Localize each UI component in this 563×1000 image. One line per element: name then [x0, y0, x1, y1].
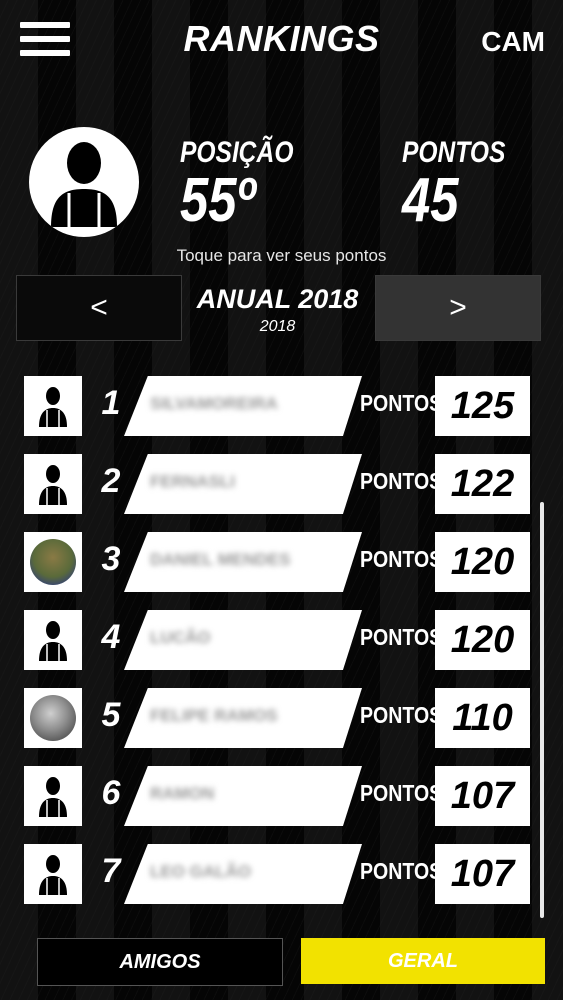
points-block[interactable]: PONTOS 45 — [402, 136, 528, 232]
points-label: PONTOS — [360, 858, 443, 884]
person-icon — [24, 376, 82, 436]
rank-number: 7 — [101, 852, 121, 890]
ranking-row[interactable]: 2 FERNASLI PONTOS 122 — [24, 454, 534, 514]
points-label: PONTOS — [360, 780, 443, 806]
points-label: PONTOS — [360, 546, 443, 572]
player-name: DANIEL MENDES — [150, 550, 291, 569]
player-name: FERNASLI — [150, 472, 235, 491]
rank-number: 1 — [101, 384, 121, 422]
ranking-row[interactable]: 1 SILVAMOREIRA PONTOS 125 — [24, 376, 534, 436]
period-year: 2018 — [259, 318, 296, 335]
next-period-button[interactable]: > — [375, 275, 541, 341]
player-name-box: SILVAMOREIRA — [124, 376, 362, 436]
player-name-box: LEO GALÃO — [124, 844, 362, 904]
ranking-row[interactable]: 7 LEO GALÃO PONTOS 107 — [24, 844, 534, 904]
player-name: SILVAMOREIRA — [150, 394, 278, 413]
avatar-photo — [24, 532, 82, 592]
page-title: RANKINGS — [183, 18, 380, 59]
player-points: 122 — [435, 454, 530, 514]
rank-number: 5 — [101, 696, 121, 734]
player-name-box: FERNASLI — [124, 454, 362, 514]
rank-number: 6 — [101, 774, 121, 812]
position-label: POSIÇÃO — [180, 136, 294, 169]
ranking-row[interactable]: 6 RAMON PONTOS 107 — [24, 766, 534, 826]
player-name-box: FELIPE RAMOS — [124, 688, 362, 748]
player-name: FELIPE RAMOS — [150, 706, 278, 725]
ranking-row[interactable]: 5 FELIPE RAMOS PONTOS 110 — [24, 688, 534, 748]
person-icon — [24, 454, 82, 514]
avatar-photo — [24, 688, 82, 748]
person-icon — [24, 610, 82, 670]
player-points: 107 — [435, 766, 530, 826]
player-name-box: RAMON — [124, 766, 362, 826]
points-label: PONTOS — [360, 702, 443, 728]
period-display: ANUAL 2018 2018 — [180, 284, 375, 336]
tab-friends[interactable]: AMIGOS — [37, 938, 283, 986]
list-scrollbar[interactable] — [540, 502, 544, 918]
team-label[interactable]: CAM — [481, 26, 545, 58]
player-points: 125 — [435, 376, 530, 436]
rank-number: 2 — [101, 462, 121, 500]
tab-general[interactable]: GERAL — [301, 938, 545, 984]
points-hint[interactable]: Toque para ver seus pontos — [0, 246, 563, 266]
points-label: PONTOS — [360, 390, 443, 416]
points-label: PONTOS — [360, 468, 443, 494]
player-name: RAMON — [150, 784, 215, 803]
ranking-row[interactable]: 3 DANIEL MENDES PONTOS 120 — [24, 532, 534, 592]
previous-period-button[interactable]: < — [16, 275, 182, 341]
person-icon — [24, 844, 82, 904]
player-points: 120 — [435, 532, 530, 592]
player-points: 110 — [435, 688, 530, 748]
position-value: 55º — [180, 166, 256, 235]
player-name: LUCÃO — [150, 628, 211, 647]
points-label: PONTOS — [402, 136, 506, 169]
points-label: PONTOS — [360, 624, 443, 650]
player-name: LEO GALÃO — [150, 862, 252, 881]
position-block[interactable]: POSIÇÃO 55º — [180, 136, 318, 232]
rank-number: 4 — [101, 618, 121, 656]
player-name-box: LUCÃO — [124, 610, 362, 670]
points-value: 45 — [402, 166, 459, 235]
rank-number: 3 — [101, 540, 121, 578]
period-title: ANUAL 2018 — [196, 284, 359, 314]
ranking-row[interactable]: 4 LUCÃO PONTOS 120 — [24, 610, 534, 670]
player-points: 107 — [435, 844, 530, 904]
user-avatar-icon[interactable] — [29, 127, 139, 237]
person-icon — [24, 766, 82, 826]
player-points: 120 — [435, 610, 530, 670]
player-name-box: DANIEL MENDES — [124, 532, 362, 592]
